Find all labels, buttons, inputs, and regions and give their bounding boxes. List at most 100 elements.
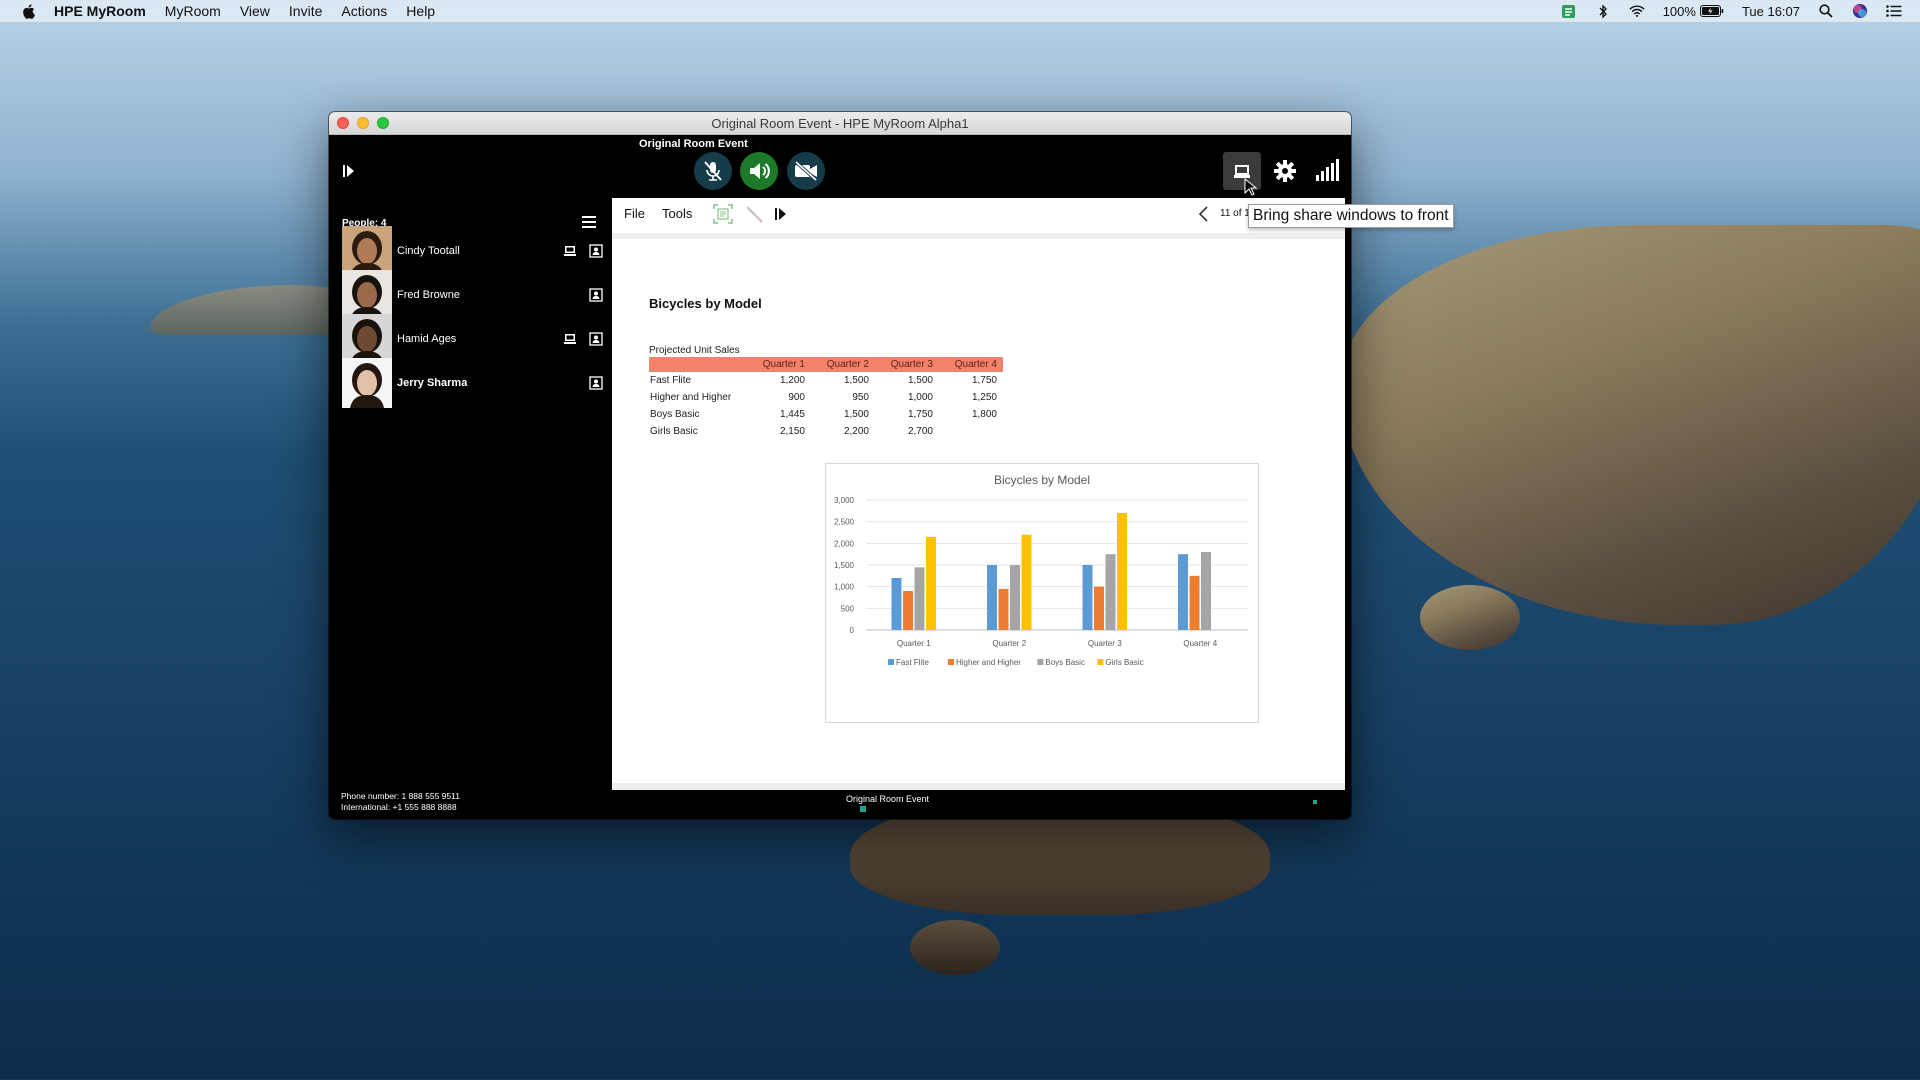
app-status-icon[interactable]	[1561, 3, 1577, 19]
window-zoom-button[interactable]	[377, 117, 389, 129]
legend-swatch	[888, 659, 894, 665]
table-cell: 950	[852, 392, 869, 403]
speaker-button[interactable]	[740, 152, 778, 190]
participant-row[interactable]: Fred Browne	[342, 270, 604, 320]
menu-clock[interactable]: Tue 16:07	[1742, 4, 1800, 19]
call-toolbar: Original Room Event	[329, 134, 1351, 198]
settings-gear-icon[interactable]	[1272, 158, 1298, 184]
participant-name: Fred Browne	[397, 289, 460, 301]
menu-myroom[interactable]: MyRoom	[165, 3, 221, 19]
window-minimize-button[interactable]	[357, 117, 369, 129]
menu-bar: HPE MyRoom MyRoom View Invite Actions He…	[0, 0, 1920, 22]
window-titlebar[interactable]: Original Room Event - HPE MyRoom Alpha1	[329, 112, 1351, 135]
legend-label: Higher and Higher	[956, 658, 1021, 667]
table-row: Girls Basic 2,150 2,200 2,700	[649, 423, 1003, 440]
share-scroll-track[interactable]	[612, 783, 1345, 790]
share-viewer: File Tools 11 of 1 Bicycles by Model Pro…	[612, 198, 1345, 790]
chart-bar	[1021, 534, 1032, 630]
contact-card-icon[interactable]	[589, 244, 603, 258]
share-menu-file[interactable]: File	[624, 206, 645, 221]
y-tick-label: 1,000	[834, 583, 855, 592]
table-header-cell: Quarter 3	[875, 357, 939, 372]
table-cell: Boys Basic	[650, 409, 700, 420]
table-cell: 1,250	[971, 392, 997, 403]
window-close-button[interactable]	[337, 117, 349, 129]
tooltip: Bring share windows to front	[1248, 204, 1454, 228]
video-off-button[interactable]	[787, 152, 825, 190]
participant-name: Jerry Sharma	[397, 377, 468, 389]
y-tick-label: 2,500	[834, 518, 855, 527]
y-tick-label: 3,000	[834, 496, 855, 505]
bluetooth-icon[interactable]	[1595, 3, 1611, 19]
expand-panel-icon[interactable]	[341, 164, 355, 178]
y-tick-label: 1,500	[834, 561, 855, 570]
status-indicator	[1313, 800, 1317, 804]
table-cell	[939, 423, 1003, 440]
legend-swatch	[948, 659, 954, 665]
sales-table: Quarter 1 Quarter 2 Quarter 3 Quarter 4 …	[649, 357, 1003, 440]
desktop-rock	[910, 920, 1000, 975]
contact-card-icon[interactable]	[589, 332, 603, 346]
document-title: Bicycles by Model	[649, 296, 762, 311]
table-caption: Projected Unit Sales	[649, 345, 740, 356]
table-cell: 2,200	[843, 426, 869, 437]
table-header-cell: Quarter 2	[811, 357, 875, 372]
chart-bar	[914, 567, 925, 630]
microphone-muted-icon	[704, 161, 722, 181]
participant-name: Cindy Tootall	[397, 245, 460, 257]
menu-app-name[interactable]: HPE MyRoom	[54, 3, 146, 19]
play-presentation-icon[interactable]	[769, 203, 791, 225]
page-counter: 11 of 1	[1220, 208, 1250, 219]
chart-bar	[926, 536, 936, 630]
menu-invite[interactable]: Invite	[289, 3, 322, 19]
chart-bar	[1117, 513, 1127, 630]
menu-view[interactable]: View	[240, 3, 270, 19]
table-row: Higher and Higher 900 950 1,000 1,250	[649, 389, 1003, 406]
table-header-cell: Quarter 1	[747, 357, 811, 372]
wifi-icon[interactable]	[1629, 3, 1645, 19]
bar-chart: Bicycles by Model 0 500 1,000 1,500 2,000 2,50…	[825, 463, 1259, 723]
avatar	[342, 358, 392, 408]
chart-bar	[891, 578, 902, 630]
legend-label: Girls Basic	[1105, 658, 1143, 667]
contact-card-icon[interactable]	[589, 376, 603, 390]
screen-share-icon[interactable]	[563, 332, 577, 346]
screen-share-icon[interactable]	[563, 244, 577, 258]
table-header-row: Quarter 1 Quarter 2 Quarter 3 Quarter 4	[649, 357, 1003, 372]
participant-row[interactable]: Cindy Tootall	[342, 226, 604, 276]
participant-row[interactable]: Jerry Sharma	[342, 358, 604, 408]
menu-actions[interactable]: Actions	[341, 3, 387, 19]
people-panel: People: 4 Cindy Tootall Fred Browne Hamid …	[329, 198, 612, 778]
table-cell: 1,000	[907, 392, 933, 403]
annotate-pen-icon[interactable]	[743, 203, 765, 225]
chart-bar	[903, 591, 913, 630]
contact-card-icon[interactable]	[589, 288, 603, 302]
chart-bar	[1082, 565, 1093, 630]
notification-center-icon[interactable]	[1886, 3, 1902, 19]
battery-icon[interactable]	[1699, 3, 1724, 19]
table-cell: 1,750	[971, 375, 997, 386]
y-tick-label: 2,000	[834, 539, 855, 548]
chart-bar	[1201, 552, 1211, 630]
x-tick-label: Quarter 2	[992, 639, 1026, 648]
participant-name: Hamid Ages	[397, 333, 457, 345]
previous-page-icon[interactable]	[1193, 203, 1215, 225]
app-window: Original Room Event - HPE MyRoom Alpha1 …	[329, 112, 1351, 819]
chart-bar	[987, 565, 997, 630]
room-name: Original Room Event	[639, 138, 748, 150]
menu-help[interactable]: Help	[406, 3, 435, 19]
spotlight-search-icon[interactable]	[1818, 3, 1834, 19]
status-bar: Original Room Event	[329, 790, 1351, 819]
participant-row[interactable]: Hamid Ages	[342, 314, 604, 364]
screen-capture-icon[interactable]	[712, 203, 734, 225]
mute-microphone-button[interactable]	[694, 152, 732, 190]
apple-icon[interactable]	[20, 3, 36, 19]
siri-icon[interactable]	[1852, 3, 1868, 19]
share-menu-tools[interactable]: Tools	[662, 206, 692, 221]
shared-document: Bicycles by Model Projected Unit Sales Q…	[612, 233, 1345, 789]
x-tick-label: Quarter 4	[1183, 639, 1217, 648]
network-signal-icon[interactable]	[1314, 158, 1340, 182]
avatar	[342, 270, 392, 320]
y-tick-label: 0	[850, 626, 855, 635]
table-header-cell	[649, 357, 747, 372]
